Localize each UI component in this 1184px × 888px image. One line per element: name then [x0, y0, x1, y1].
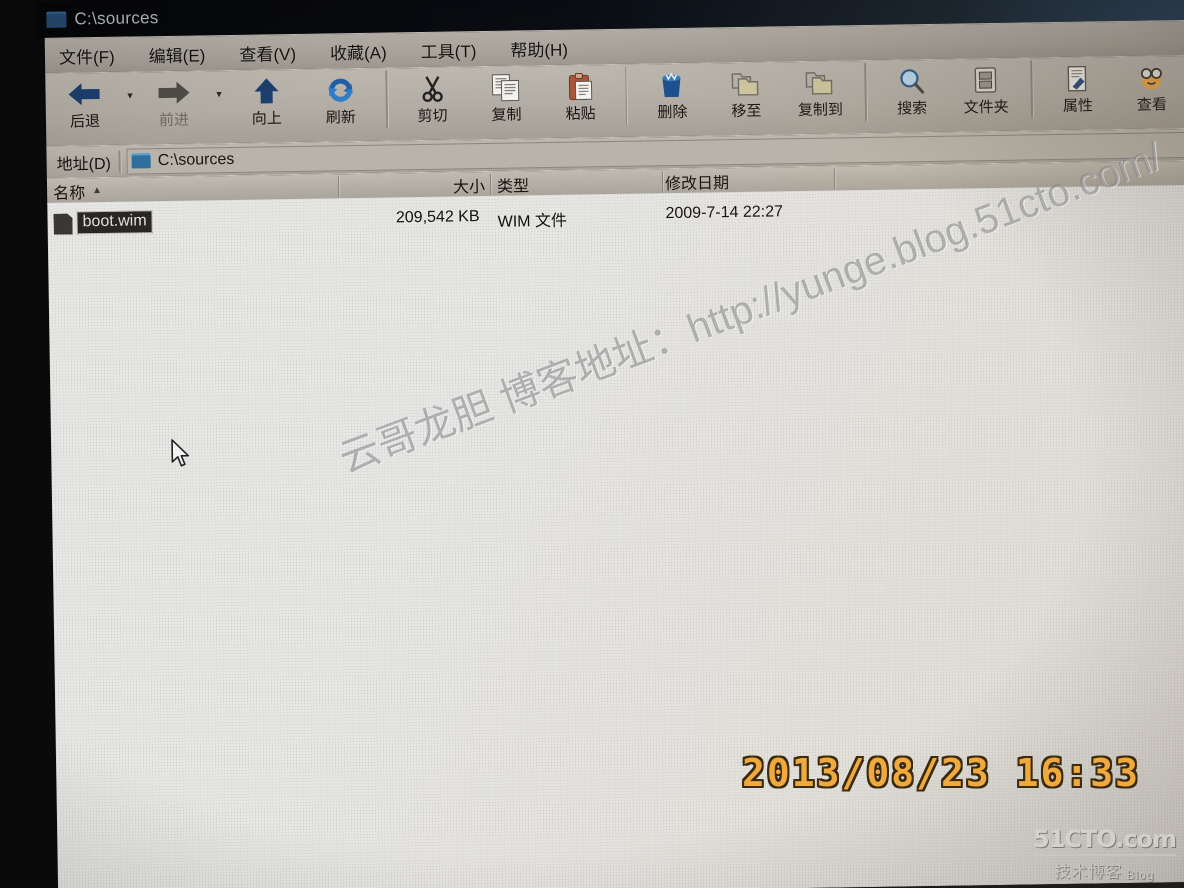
site-logo-rule: [1032, 854, 1176, 856]
search-button[interactable]: 搜索: [874, 60, 949, 119]
refresh-label: 刷新: [325, 108, 356, 127]
properties-button[interactable]: 属性: [1040, 57, 1115, 116]
copy-to-button[interactable]: 复制到: [783, 61, 858, 120]
forward-label: 前进: [158, 111, 190, 130]
file-modified: 2009-7-14 22:27: [665, 203, 784, 223]
paste-button[interactable]: 粘贴: [543, 65, 618, 124]
toolbar-separator: [624, 66, 628, 125]
copy-documents-icon: [491, 70, 522, 104]
up-button[interactable]: 向上: [229, 70, 304, 129]
folders-label: 文件夹: [963, 98, 1009, 117]
forward-dropdown-button[interactable]: ▼: [206, 71, 229, 99]
site-logo: 51CTO.com 技术博客 Blog: [1032, 825, 1177, 882]
forward-arrow-icon: [154, 76, 193, 111]
column-header-modified-label: 修改日期: [664, 174, 730, 193]
copy-button[interactable]: 复制: [469, 66, 544, 125]
paste-label: 粘贴: [565, 105, 596, 123]
chevron-down-icon: ▼: [125, 90, 135, 101]
column-header-name-label: 名称: [53, 184, 86, 203]
column-divider: [337, 176, 340, 198]
views-label: 查看: [1136, 96, 1168, 114]
column-header-size-label: 大小: [452, 178, 486, 196]
clipboard-icon: [566, 69, 595, 103]
cut-label: 剪切: [417, 107, 448, 126]
refresh-button[interactable]: 刷新: [303, 69, 378, 128]
window-title: C:\sources: [74, 8, 159, 29]
site-logo-blog: Blog: [1126, 868, 1155, 882]
address-label: 地址(D): [56, 155, 112, 174]
back-label: 后退: [69, 113, 101, 131]
back-dropdown-button[interactable]: ▼: [117, 72, 140, 100]
move-to-button[interactable]: 移至: [709, 62, 784, 121]
move-to-label: 移至: [731, 102, 762, 121]
menu-favorites[interactable]: 收藏(A): [330, 38, 387, 64]
delete-button[interactable]: 删除: [635, 63, 710, 122]
forward-button[interactable]: 前进: [140, 71, 207, 130]
up-arrow-icon: [251, 74, 282, 108]
properties-icon: [1064, 61, 1091, 95]
copy-label: 复制: [491, 106, 522, 124]
photograph-of-monitor: C:\sources 文件(F) 编辑(E) 查看(V) 收藏(A) 工具(T)…: [0, 0, 1184, 888]
file-type: WIM 文件: [497, 212, 568, 231]
menu-tools[interactable]: 工具(T): [420, 37, 477, 63]
mouse-cursor: [171, 439, 190, 467]
views-icon: [1136, 60, 1167, 94]
up-label: 向上: [251, 110, 282, 128]
folder-icon: [131, 153, 151, 169]
site-logo-sub: 技术博客: [1054, 864, 1123, 881]
folders-tree-icon: [971, 63, 1000, 97]
folders-button[interactable]: 文件夹: [948, 59, 1023, 118]
cut-button[interactable]: 剪切: [395, 67, 470, 126]
menu-view[interactable]: 查看(V): [239, 39, 296, 65]
delete-label: 删除: [657, 103, 688, 122]
views-button[interactable]: 查看: [1114, 56, 1184, 115]
back-button[interactable]: 后退: [51, 73, 118, 132]
back-arrow-icon: [65, 77, 104, 112]
toolbar-separator: [385, 70, 388, 129]
address-value: C:\sources: [157, 150, 235, 169]
file-size: 209,542 KB: [395, 208, 480, 227]
site-logo-main: 51CTO.com: [1032, 825, 1177, 853]
menu-edit[interactable]: 编辑(E): [148, 41, 206, 67]
copy-folder-icon: [805, 65, 836, 99]
copy-to-label: 复制到: [797, 101, 844, 120]
folder-icon: [46, 11, 67, 28]
camera-datestamp: 2013/08/23 16:33: [741, 751, 1140, 795]
address-separator: [118, 150, 122, 173]
wim-file-icon: [53, 213, 72, 234]
menu-file[interactable]: 文件(F): [59, 42, 115, 68]
move-folder-icon: [731, 67, 762, 101]
properties-label: 属性: [1062, 97, 1094, 115]
trash-icon: [658, 68, 687, 102]
column-header-size[interactable]: 大小: [343, 172, 492, 199]
column-header-type-label: 类型: [496, 177, 530, 196]
toolbar-separator: [1030, 60, 1034, 119]
search-label: 搜索: [897, 100, 928, 118]
search-icon: [897, 64, 926, 98]
scissors-icon: [418, 72, 447, 106]
toolbar-separator: [864, 62, 868, 121]
file-name[interactable]: boot.wim: [76, 210, 153, 235]
chevron-down-icon: ▼: [214, 89, 224, 100]
menu-help[interactable]: 帮助(H): [510, 35, 568, 61]
sort-ascending-icon: ▲: [92, 184, 103, 197]
refresh-icon: [325, 73, 356, 107]
table-row[interactable]: boot.wim 209,542 KB WIM 文件 2009-7-14 22:…: [47, 193, 1184, 237]
